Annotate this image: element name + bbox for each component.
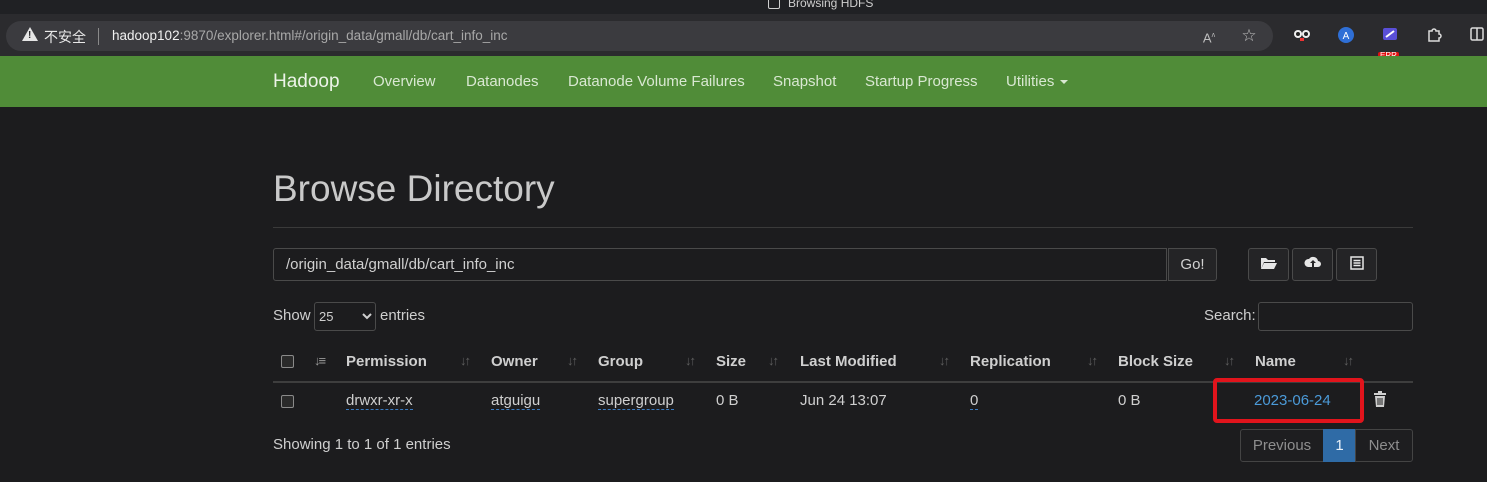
- header-last-modified[interactable]: Last Modified: [800, 353, 897, 370]
- sort-icon[interactable]: ↓↑: [1343, 353, 1354, 368]
- title-divider: [273, 227, 1413, 228]
- entries-label: entries: [380, 307, 426, 324]
- extension-translate-icon[interactable]: A: [1336, 26, 1356, 46]
- search-input[interactable]: [1258, 302, 1413, 331]
- trash-icon[interactable]: [1372, 391, 1388, 412]
- create-directory-button[interactable]: [1248, 248, 1289, 281]
- caret-down-icon: [1060, 80, 1069, 85]
- extensions-puzzle-icon[interactable]: [1424, 26, 1444, 46]
- nav-startup-progress[interactable]: Startup Progress: [865, 73, 978, 90]
- pagination-page-1[interactable]: 1: [1323, 429, 1356, 462]
- replication-cell[interactable]: 0: [970, 392, 979, 410]
- permission-cell[interactable]: drwxr-xr-x: [346, 392, 413, 410]
- sort-icon[interactable]: ↓↑: [768, 353, 779, 368]
- nav-utilities-dropdown[interactable]: Utilities: [1006, 73, 1069, 90]
- sort-icon[interactable]: ↓↑: [1087, 353, 1098, 368]
- read-aloud-icon[interactable]: Aʌ: [1200, 27, 1218, 45]
- browser-tab[interactable]: Browsing HDFS: [768, 0, 873, 10]
- sort-icon[interactable]: ↓↑: [567, 353, 578, 368]
- extension-picker-icon[interactable]: [1380, 26, 1400, 46]
- search-label: Search:: [1204, 307, 1256, 324]
- cloud-upload-icon: [1303, 255, 1322, 274]
- owner-cell[interactable]: atguigu: [491, 392, 541, 410]
- address-bar[interactable]: ! 不安全 hadoop102:9870/explorer.html#/orig…: [6, 21, 1273, 51]
- header-name[interactable]: Name: [1255, 353, 1296, 370]
- favorite-star-icon[interactable]: ☆: [1240, 27, 1258, 45]
- pagination-previous[interactable]: Previous: [1240, 429, 1324, 462]
- modified-cell: Jun 24 13:07: [800, 392, 887, 409]
- header-permission[interactable]: Permission: [346, 353, 427, 370]
- highlight-annotation-box: [1213, 378, 1364, 423]
- warning-exclamation: !: [28, 30, 32, 41]
- hadoop-navbar: Hadoop Overview Datanodes Datanode Volum…: [0, 56, 1487, 107]
- omnibox-divider: [98, 28, 99, 45]
- select-all-checkbox[interactable]: [281, 355, 294, 368]
- folder-open-icon: [1260, 256, 1278, 273]
- size-cell: 0 B: [716, 392, 739, 409]
- header-block-size[interactable]: Block Size: [1118, 353, 1193, 370]
- nav-overview[interactable]: Overview: [373, 73, 436, 90]
- browser-tab-strip: Browsing HDFS: [0, 0, 1487, 14]
- table-info: Showing 1 to 1 of 1 entries: [273, 436, 451, 453]
- url-host: hadoop102: [112, 28, 180, 43]
- sort-icon[interactable]: ↓↑: [1224, 353, 1235, 368]
- page-title: Browse Directory: [273, 168, 555, 209]
- nav-datanodes[interactable]: Datanodes: [466, 73, 539, 90]
- tab-title: Browsing HDFS: [788, 0, 874, 10]
- cut-paste-button[interactable]: [1336, 248, 1377, 281]
- sort-icon[interactable]: ↓↑: [685, 353, 696, 368]
- extension-owl-icon[interactable]: [1292, 26, 1312, 46]
- entries-per-page-select[interactable]: 25: [314, 302, 376, 331]
- nav-utilities-label: Utilities: [1006, 73, 1055, 90]
- split-screen-icon[interactable]: [1467, 26, 1487, 46]
- sort-icon[interactable]: ↓↑: [939, 353, 950, 368]
- group-cell[interactable]: supergroup: [598, 392, 674, 410]
- url-path: :9870/explorer.html#/origin_data/gmall/d…: [179, 28, 508, 43]
- go-button[interactable]: Go!: [1168, 248, 1217, 281]
- sort-icon[interactable]: ↓↑: [460, 353, 471, 368]
- nav-datanode-volume-failures[interactable]: Datanode Volume Failures: [568, 73, 745, 90]
- pagination-next[interactable]: Next: [1355, 429, 1413, 462]
- list-alt-icon: [1349, 256, 1364, 273]
- upload-button[interactable]: [1292, 248, 1333, 281]
- header-replication[interactable]: Replication: [970, 353, 1051, 370]
- row-checkbox[interactable]: [281, 395, 294, 408]
- tab-page-icon: [768, 0, 780, 9]
- header-group[interactable]: Group: [598, 353, 643, 370]
- block-size-cell: 0 B: [1118, 392, 1141, 409]
- url-text[interactable]: hadoop102:9870/explorer.html#/origin_dat…: [112, 28, 508, 43]
- directory-path-input[interactable]: [273, 248, 1167, 281]
- header-size[interactable]: Size: [716, 353, 746, 370]
- show-label: Show: [273, 307, 311, 324]
- browser-toolbar: ! 不安全 hadoop102:9870/explorer.html#/orig…: [0, 14, 1487, 60]
- navbar-brand[interactable]: Hadoop: [273, 71, 340, 93]
- sort-asc-icon[interactable]: ↓≡: [314, 353, 326, 368]
- svg-text:A: A: [1343, 31, 1350, 42]
- header-owner[interactable]: Owner: [491, 353, 538, 370]
- nav-snapshot[interactable]: Snapshot: [773, 73, 836, 90]
- security-label[interactable]: 不安全: [44, 27, 86, 47]
